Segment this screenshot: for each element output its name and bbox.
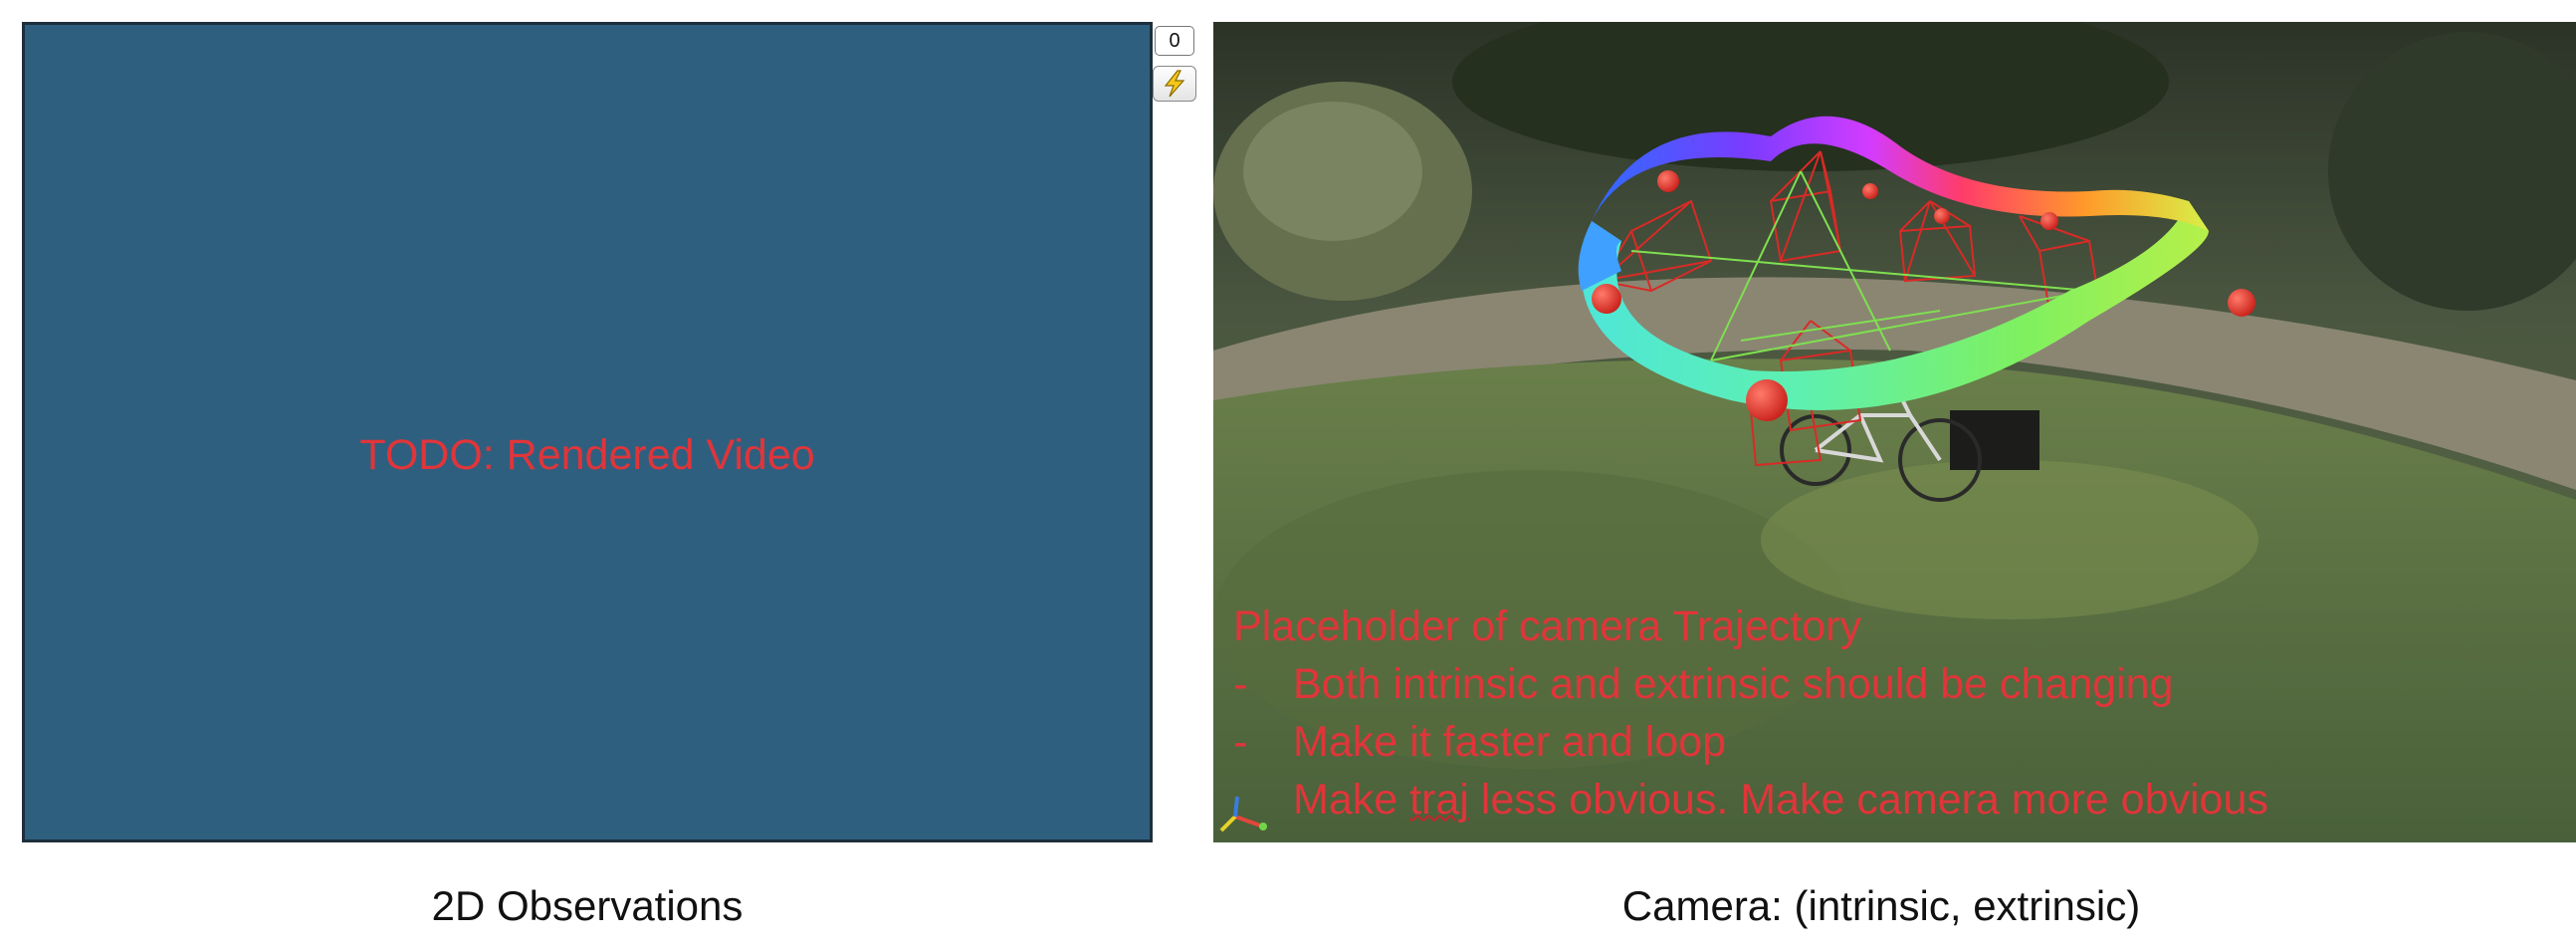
trajectory-notes: Placeholder of camera Trajectory - Both i… xyxy=(1233,597,2268,829)
trajectory-marker xyxy=(1862,183,1878,199)
trajectory-marker xyxy=(1657,170,1679,192)
trajectory-marker xyxy=(2228,289,2255,317)
trajectory-marker xyxy=(1746,379,1788,421)
left-panel-caption: 2D Observations xyxy=(431,882,744,929)
notes-item-text-pre: Make xyxy=(1293,776,1410,824)
right-panel-caption: Camera: (intrinsic, extrinsic) xyxy=(1621,882,2141,929)
bush-left-highlight xyxy=(1243,102,1422,241)
trajectory-marker xyxy=(1934,208,1950,224)
notes-item-text: Make it faster and loop xyxy=(1293,718,1727,766)
trajectory-marker xyxy=(2040,212,2058,230)
lightning-bolt-button[interactable] xyxy=(1153,66,1196,102)
lightning-bolt-icon xyxy=(1164,70,1185,98)
camera-trajectory-view: Placeholder of camera Trajectory - Both i… xyxy=(1213,22,2576,842)
frame-counter[interactable]: 0 xyxy=(1155,26,1194,56)
notes-item: - Both intrinsic and extrinsic should be … xyxy=(1233,655,2268,713)
rendered-video-placeholder: TODO: Rendered Video xyxy=(22,22,1153,842)
notes-item-text-post: less obvious. Make camera more obvious xyxy=(1468,776,2268,824)
placeholder-text: TODO: Rendered Video xyxy=(359,431,815,479)
trajectory-marker xyxy=(1592,284,1621,314)
grass-light xyxy=(1761,460,2258,619)
bench xyxy=(1950,410,2039,470)
notes-item: Make traj less obvious. Make camera more… xyxy=(1233,771,2268,829)
notes-item: - Make it faster and loop xyxy=(1233,713,2268,771)
bullet-dash: - xyxy=(1233,718,1248,766)
notes-item-text: Both intrinsic and extrinsic should be c… xyxy=(1293,660,2174,708)
bullet-dash: - xyxy=(1233,660,1248,708)
notes-title: Placeholder of camera Trajectory xyxy=(1233,602,1861,650)
spellcheck-underlined-word: traj xyxy=(1409,776,1469,824)
